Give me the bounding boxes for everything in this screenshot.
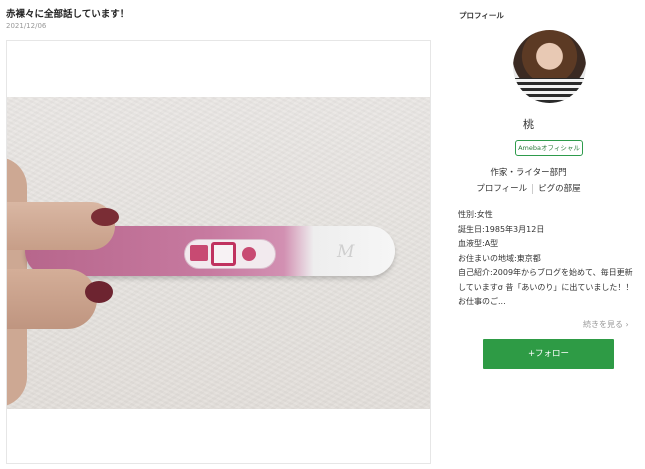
test-label-right — [242, 247, 256, 261]
post-title: 赤裸々に全部話しています！ — [6, 9, 130, 20]
detail-birthday: 誕生日:1985年3月12日 — [458, 224, 545, 234]
follow-button[interactable]: +フォロー — [483, 339, 614, 369]
avatar-shirt — [513, 78, 586, 103]
post-date: 2021/12/06 — [6, 22, 47, 30]
author-name[interactable]: 桃 — [0, 116, 645, 132]
author-role[interactable]: 作家・ライター部門 — [458, 166, 599, 178]
test-result-box — [211, 242, 236, 266]
detail-gender: 性別:女性 — [458, 210, 493, 219]
post-photo-frame: M — [6, 40, 431, 464]
read-more-link[interactable]: 続きを見る › — [583, 319, 629, 330]
pig-room-link[interactable]: ピグの部屋 — [538, 184, 581, 194]
pregnancy-test-photo[interactable]: M — [7, 97, 430, 409]
profile-details: 性別:女性 誕生日:1985年3月12日 血液型:A型 お住まいの地域:東京都 … — [458, 208, 640, 310]
fingernail-top — [91, 208, 119, 226]
fingernail-bottom — [85, 281, 113, 303]
detail-blood-type: 血液型:A型 — [458, 239, 499, 248]
profile-link[interactable]: プロフィール — [476, 184, 527, 194]
avatar[interactable] — [513, 30, 586, 103]
profile-heading: プロフィール — [459, 11, 504, 20]
link-divider — [532, 183, 534, 194]
official-badge: Amebaオフィシャル — [515, 140, 583, 156]
profile-links: プロフィール ピグの部屋 — [458, 182, 599, 194]
finger-bottom — [7, 269, 97, 329]
detail-bio: 自己紹介:2009年からブログを始めて、毎日更新していますσ 昔「あいのり」に出… — [458, 268, 634, 306]
test-label-left — [190, 245, 208, 261]
test-logo: M — [337, 242, 355, 262]
detail-location: お住まいの地域:東京都 — [458, 253, 541, 263]
